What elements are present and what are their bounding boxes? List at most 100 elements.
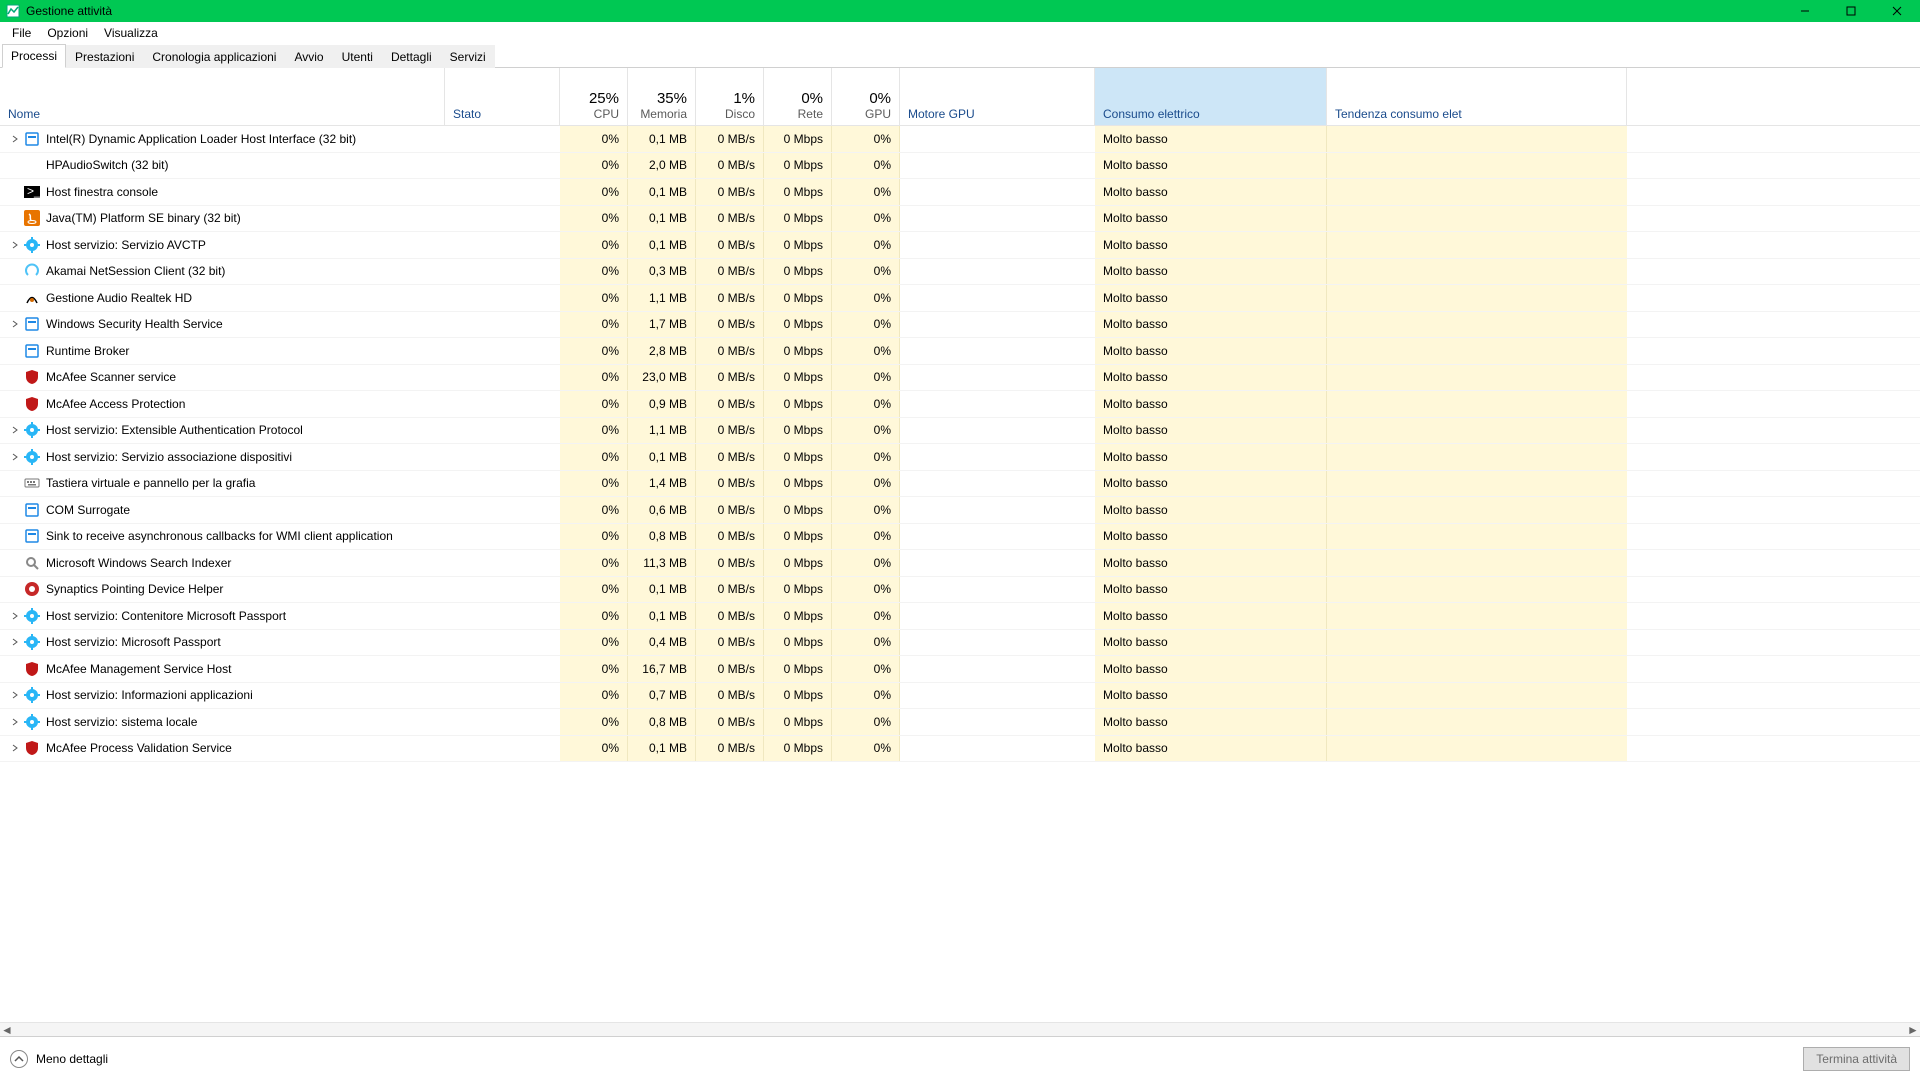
cell-gpu-engine — [900, 550, 1095, 576]
col-header-power-trend[interactable]: Tendenza consumo elet — [1327, 68, 1627, 125]
table-row[interactable]: Host servizio: Microsoft Passport0%0,4 M… — [0, 630, 1920, 657]
cell-power: Molto basso — [1095, 126, 1327, 152]
expand-icon[interactable] — [8, 744, 22, 752]
process-name: Sink to receive asynchronous callbacks f… — [46, 529, 393, 543]
tab-processi[interactable]: Processi — [2, 44, 66, 68]
table-row[interactable]: McAfee Process Validation Service0%0,1 M… — [0, 736, 1920, 763]
cell-status — [445, 497, 560, 523]
cell-power-trend — [1327, 709, 1627, 735]
process-icon: >_ — [24, 184, 40, 200]
tab-avvio[interactable]: Avvio — [285, 45, 332, 68]
cell-memory: 1,4 MB — [628, 471, 696, 497]
col-header-gpu[interactable]: 0%GPU — [832, 68, 900, 125]
cell-power-trend — [1327, 232, 1627, 258]
table-row[interactable]: Gestione Audio Realtek HD0%1,1 MB0 MB/s0… — [0, 285, 1920, 312]
col-header-network[interactable]: 0%Rete — [764, 68, 832, 125]
cell-gpu-engine — [900, 683, 1095, 709]
col-header-power[interactable]: Consumo elettrico — [1095, 68, 1327, 125]
table-row[interactable]: Runtime Broker0%2,8 MB0 MB/s0 Mbps0%Molt… — [0, 338, 1920, 365]
col-header-status[interactable]: Stato — [445, 68, 560, 125]
cell-memory: 11,3 MB — [628, 550, 696, 576]
table-row[interactable]: Windows Security Health Service0%1,7 MB0… — [0, 312, 1920, 339]
cell-network: 0 Mbps — [764, 444, 832, 470]
table-row[interactable]: COM Surrogate0%0,6 MB0 MB/s0 Mbps0%Molto… — [0, 497, 1920, 524]
tab-prestazioni[interactable]: Prestazioni — [66, 45, 143, 68]
process-icon — [24, 661, 40, 677]
menu-file[interactable]: File — [4, 24, 39, 42]
expand-icon[interactable] — [8, 691, 22, 699]
cell-power-trend — [1327, 338, 1627, 364]
cell-status — [445, 365, 560, 391]
table-row[interactable]: >_Host finestra console0%0,1 MB0 MB/s0 M… — [0, 179, 1920, 206]
cell-gpu-engine — [900, 444, 1095, 470]
cell-cpu: 0% — [560, 232, 628, 258]
expand-icon[interactable] — [8, 135, 22, 143]
cell-status — [445, 232, 560, 258]
table-row[interactable]: Host servizio: Servizio AVCTP0%0,1 MB0 M… — [0, 232, 1920, 259]
cell-gpu: 0% — [832, 179, 900, 205]
table-row[interactable]: Host servizio: Informazioni applicazioni… — [0, 683, 1920, 710]
expand-icon[interactable] — [8, 320, 22, 328]
table-row[interactable]: Host servizio: Extensible Authentication… — [0, 418, 1920, 445]
close-button[interactable] — [1874, 0, 1920, 22]
fewer-details-button[interactable]: Meno dettagli — [10, 1050, 108, 1068]
process-icon — [24, 396, 40, 412]
table-row[interactable]: McAfee Scanner service0%23,0 MB0 MB/s0 M… — [0, 365, 1920, 392]
fewer-details-label: Meno dettagli — [36, 1052, 108, 1066]
col-header-name[interactable]: Nome — [0, 68, 445, 125]
table-row[interactable]: Java(TM) Platform SE binary (32 bit)0%0,… — [0, 206, 1920, 233]
table-row[interactable]: Synaptics Pointing Device Helper0%0,1 MB… — [0, 577, 1920, 604]
expand-icon[interactable] — [8, 426, 22, 434]
scroll-right-icon[interactable]: ► — [1906, 1023, 1920, 1037]
process-icon — [24, 581, 40, 597]
col-header-gpu-engine[interactable]: Motore GPU — [900, 68, 1095, 125]
table-row[interactable]: Host servizio: Servizio associazione dis… — [0, 444, 1920, 471]
table-row[interactable]: Intel(R) Dynamic Application Loader Host… — [0, 126, 1920, 153]
cell-cpu: 0% — [560, 259, 628, 285]
table-row[interactable]: Host servizio: Contenitore Microsoft Pas… — [0, 603, 1920, 630]
cell-power: Molto basso — [1095, 365, 1327, 391]
tab-utenti[interactable]: Utenti — [333, 45, 382, 68]
tab-cronologia-applicazioni[interactable]: Cronologia applicazioni — [143, 45, 285, 68]
expand-icon[interactable] — [8, 718, 22, 726]
expand-icon[interactable] — [8, 638, 22, 646]
menu-view[interactable]: Visualizza — [96, 24, 166, 42]
process-name: Windows Security Health Service — [46, 317, 223, 331]
cell-network: 0 Mbps — [764, 630, 832, 656]
table-row[interactable]: Host servizio: sistema locale0%0,8 MB0 M… — [0, 709, 1920, 736]
cell-power-trend — [1327, 524, 1627, 550]
process-name: McAfee Management Service Host — [46, 662, 231, 676]
cell-memory: 0,6 MB — [628, 497, 696, 523]
col-header-cpu[interactable]: 25%CPU — [560, 68, 628, 125]
table-row[interactable]: HPAudioSwitch (32 bit)0%2,0 MB0 MB/s0 Mb… — [0, 153, 1920, 180]
tab-servizi[interactable]: Servizi — [441, 45, 495, 68]
cell-gpu-engine — [900, 603, 1095, 629]
expand-icon[interactable] — [8, 612, 22, 620]
cell-power: Molto basso — [1095, 577, 1327, 603]
cell-power: Molto basso — [1095, 285, 1327, 311]
cell-memory: 0,9 MB — [628, 391, 696, 417]
maximize-button[interactable] — [1828, 0, 1874, 22]
tab-dettagli[interactable]: Dettagli — [382, 45, 441, 68]
scroll-left-icon[interactable]: ◄ — [0, 1023, 14, 1037]
minimize-button[interactable] — [1782, 0, 1828, 22]
table-row[interactable]: Sink to receive asynchronous callbacks f… — [0, 524, 1920, 551]
end-task-button[interactable]: Termina attività — [1803, 1047, 1910, 1071]
expand-icon[interactable] — [8, 453, 22, 461]
col-header-disk[interactable]: 1%Disco — [696, 68, 764, 125]
cell-disk: 0 MB/s — [696, 285, 764, 311]
expand-icon[interactable] — [8, 241, 22, 249]
table-row[interactable]: McAfee Access Protection0%0,9 MB0 MB/s0 … — [0, 391, 1920, 418]
cell-power: Molto basso — [1095, 471, 1327, 497]
table-row[interactable]: Microsoft Windows Search Indexer0%11,3 M… — [0, 550, 1920, 577]
table-body[interactable]: Intel(R) Dynamic Application Loader Host… — [0, 126, 1920, 1022]
menu-options[interactable]: Opzioni — [39, 24, 96, 42]
titlebar[interactable]: Gestione attività — [0, 0, 1920, 22]
cell-power-trend — [1327, 656, 1627, 682]
col-header-memory[interactable]: 35%Memoria — [628, 68, 696, 125]
horizontal-scrollbar[interactable]: ◄ ► — [0, 1022, 1920, 1036]
table-row[interactable]: McAfee Management Service Host0%16,7 MB0… — [0, 656, 1920, 683]
table-row[interactable]: Tastiera virtuale e pannello per la graf… — [0, 471, 1920, 498]
table-row[interactable]: Akamai NetSession Client (32 bit)0%0,3 M… — [0, 259, 1920, 286]
cell-memory: 0,1 MB — [628, 577, 696, 603]
